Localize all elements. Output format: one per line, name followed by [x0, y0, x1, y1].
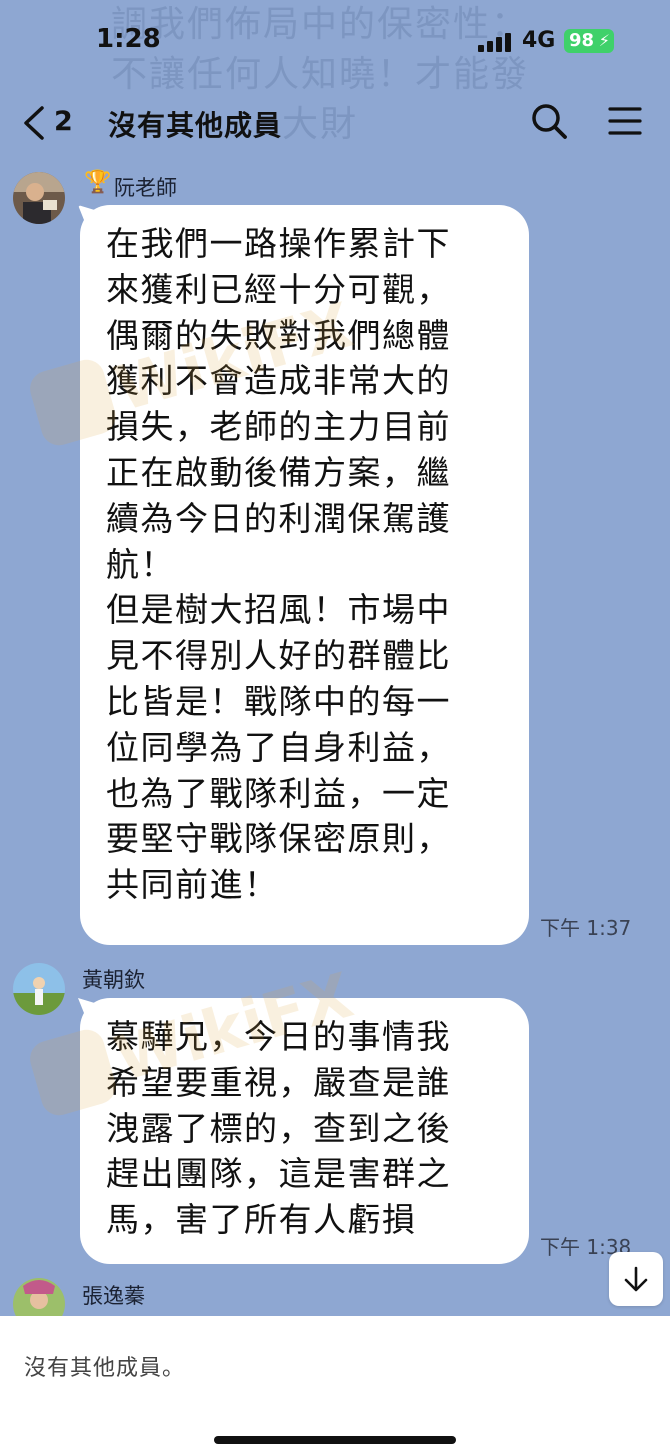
home-indicator[interactable] — [214, 1436, 456, 1444]
back-button[interactable] — [22, 98, 82, 148]
chat-title: 沒有其他成員 — [108, 109, 283, 142]
sender-name: 阮老師 — [114, 176, 177, 200]
scroll-to-bottom-button[interactable] — [609, 1252, 663, 1306]
search-icon — [532, 104, 567, 139]
hamburger-menu-icon — [608, 107, 642, 135]
avatar[interactable] — [13, 963, 65, 1015]
status-time: 1:28 — [96, 24, 161, 54]
charging-bolt-icon: ⚡ — [598, 31, 610, 50]
status-bar: 1:28 4G 98 ⚡ — [0, 0, 670, 84]
footer-bar: 沒有其他成員。 — [0, 1316, 670, 1444]
trophy-icon: 🏆 — [84, 170, 112, 195]
sender-name: 黃朝欽 — [82, 968, 145, 992]
chat-screen: 調我們佈局中的保密性：不讓任何人知曉！才能發大財 1:28 4G 98 ⚡ 2 … — [0, 0, 670, 1444]
message-bubble[interactable]: 慕驊兄，今日的事情我 希望要重視，嚴查是誰 洩露了標的，查到之後 趕出團隊，這是… — [80, 998, 529, 1264]
signal-icon — [478, 32, 512, 52]
message-bubble[interactable]: 在我們一路操作累計下 來獲利已經十分可觀， 偶爾的失敗對我們總體 獲利不會造成非… — [80, 205, 529, 945]
unread-count: 2 — [54, 106, 73, 137]
chevron-left-icon — [24, 106, 44, 140]
arrow-down-icon — [624, 1266, 648, 1292]
footer-notice: 沒有其他成員。 — [24, 1356, 186, 1381]
avatar[interactable] — [13, 172, 65, 224]
search-button[interactable] — [528, 100, 570, 142]
message-time: 下午 1:37 — [540, 916, 632, 940]
menu-button[interactable] — [604, 100, 646, 142]
chat-header: 2 沒有其他成員 — [0, 88, 670, 158]
battery-level: 98 — [569, 30, 595, 51]
battery-icon: 98 ⚡ — [564, 29, 614, 53]
sender-name: 張逸蓁 — [82, 1284, 145, 1308]
network-type: 4G — [522, 28, 556, 53]
